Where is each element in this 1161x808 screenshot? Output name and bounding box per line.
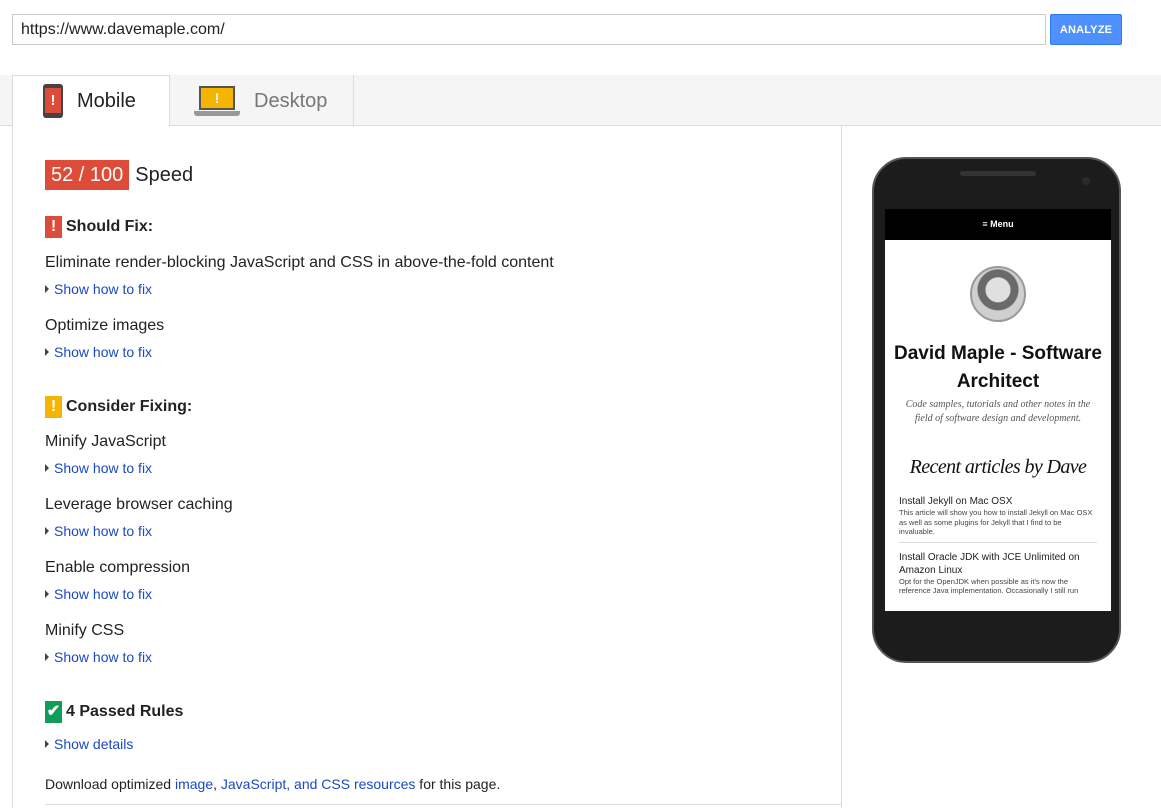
show-how-to-fix-link[interactable]: Show how to fix [45,586,152,602]
preview-site-description: Code samples, tutorials and other notes … [905,399,1091,424]
preview-article: Install Jekyll on Mac OSX This article w… [899,495,1097,543]
preview-recent-heading: Recent articles by Dave [909,456,1087,478]
expand-triangle-icon [45,464,49,472]
preview-screen: ≡ Menu David Maple - Software Architect … [885,209,1111,611]
phone-speaker [960,171,1036,176]
consider-fixing-heading: ! Consider Fixing: [45,396,192,418]
laptop-icon: ! [194,86,240,116]
consider-fixing-label: Consider Fixing: [66,398,193,415]
mobile-phone-icon: ! [43,84,63,118]
results-panel: 52 / 100 Speed ! Should Fix: Eliminate r… [12,126,842,808]
tab-desktop[interactable]: ! Desktop [170,75,354,127]
expand-triangle-icon [45,348,49,356]
passed-rules-label: 4 Passed Rules [66,703,184,720]
warning-red-icon: ! [45,216,62,238]
rule-title: Minify CSS [45,622,125,639]
warning-orange-icon: ! [45,396,62,418]
rule-title: Enable compression [45,559,190,576]
expand-triangle-icon [45,653,49,661]
phone-camera [1082,177,1090,185]
should-fix-heading: ! Should Fix: [45,216,153,238]
download-image-link[interactable]: image [175,776,213,792]
show-how-to-fix-link[interactable]: Show how to fix [45,523,152,539]
download-js-css-link[interactable]: JavaScript, and CSS resources [221,776,416,792]
rule-title: Eliminate render-blocking JavaScript and… [45,254,554,271]
expand-triangle-icon [45,527,49,535]
show-how-to-fix-link[interactable]: Show how to fix [45,344,152,360]
score-label: Speed [135,163,194,186]
speed-score: 52 / 100 Speed [45,160,193,190]
rule-title: Minify JavaScript [45,433,166,450]
show-how-to-fix-link[interactable]: Show how to fix [45,460,152,476]
preview-article: Install Oracle JDK with JCE Unlimited on… [899,551,1080,596]
checkmark-icon: ✔ [45,701,62,723]
expand-triangle-icon [45,285,49,293]
tab-mobile-label: Mobile [77,89,136,112]
tab-desktop-label: Desktop [254,89,328,112]
passed-rules-heading: ✔ 4 Passed Rules [45,701,183,723]
mobile-preview-phone: ≡ Menu David Maple - Software Architect … [872,157,1121,663]
device-tab-strip: ! Mobile ! Desktop [0,75,1161,127]
show-details-link[interactable]: Show details [45,736,133,752]
download-optimized-text: Download optimized image, JavaScript, an… [45,776,501,792]
preview-menu-bar: ≡ Menu [885,209,1111,240]
expand-triangle-icon [45,590,49,598]
avatar [970,266,1026,322]
score-badge: 52 / 100 [45,160,130,190]
analyze-button[interactable]: ANALYZE [1050,14,1122,45]
preview-site-title: David Maple - Software Architect [894,343,1102,392]
divider [45,804,842,805]
expand-triangle-icon [45,740,49,748]
rule-title: Optimize images [45,317,165,334]
tab-mobile[interactable]: ! Mobile [12,75,170,127]
should-fix-label: Should Fix: [66,218,154,235]
rule-title: Leverage browser caching [45,496,233,513]
show-how-to-fix-link[interactable]: Show how to fix [45,281,152,297]
url-input[interactable] [12,14,1046,45]
show-how-to-fix-link[interactable]: Show how to fix [45,649,152,665]
